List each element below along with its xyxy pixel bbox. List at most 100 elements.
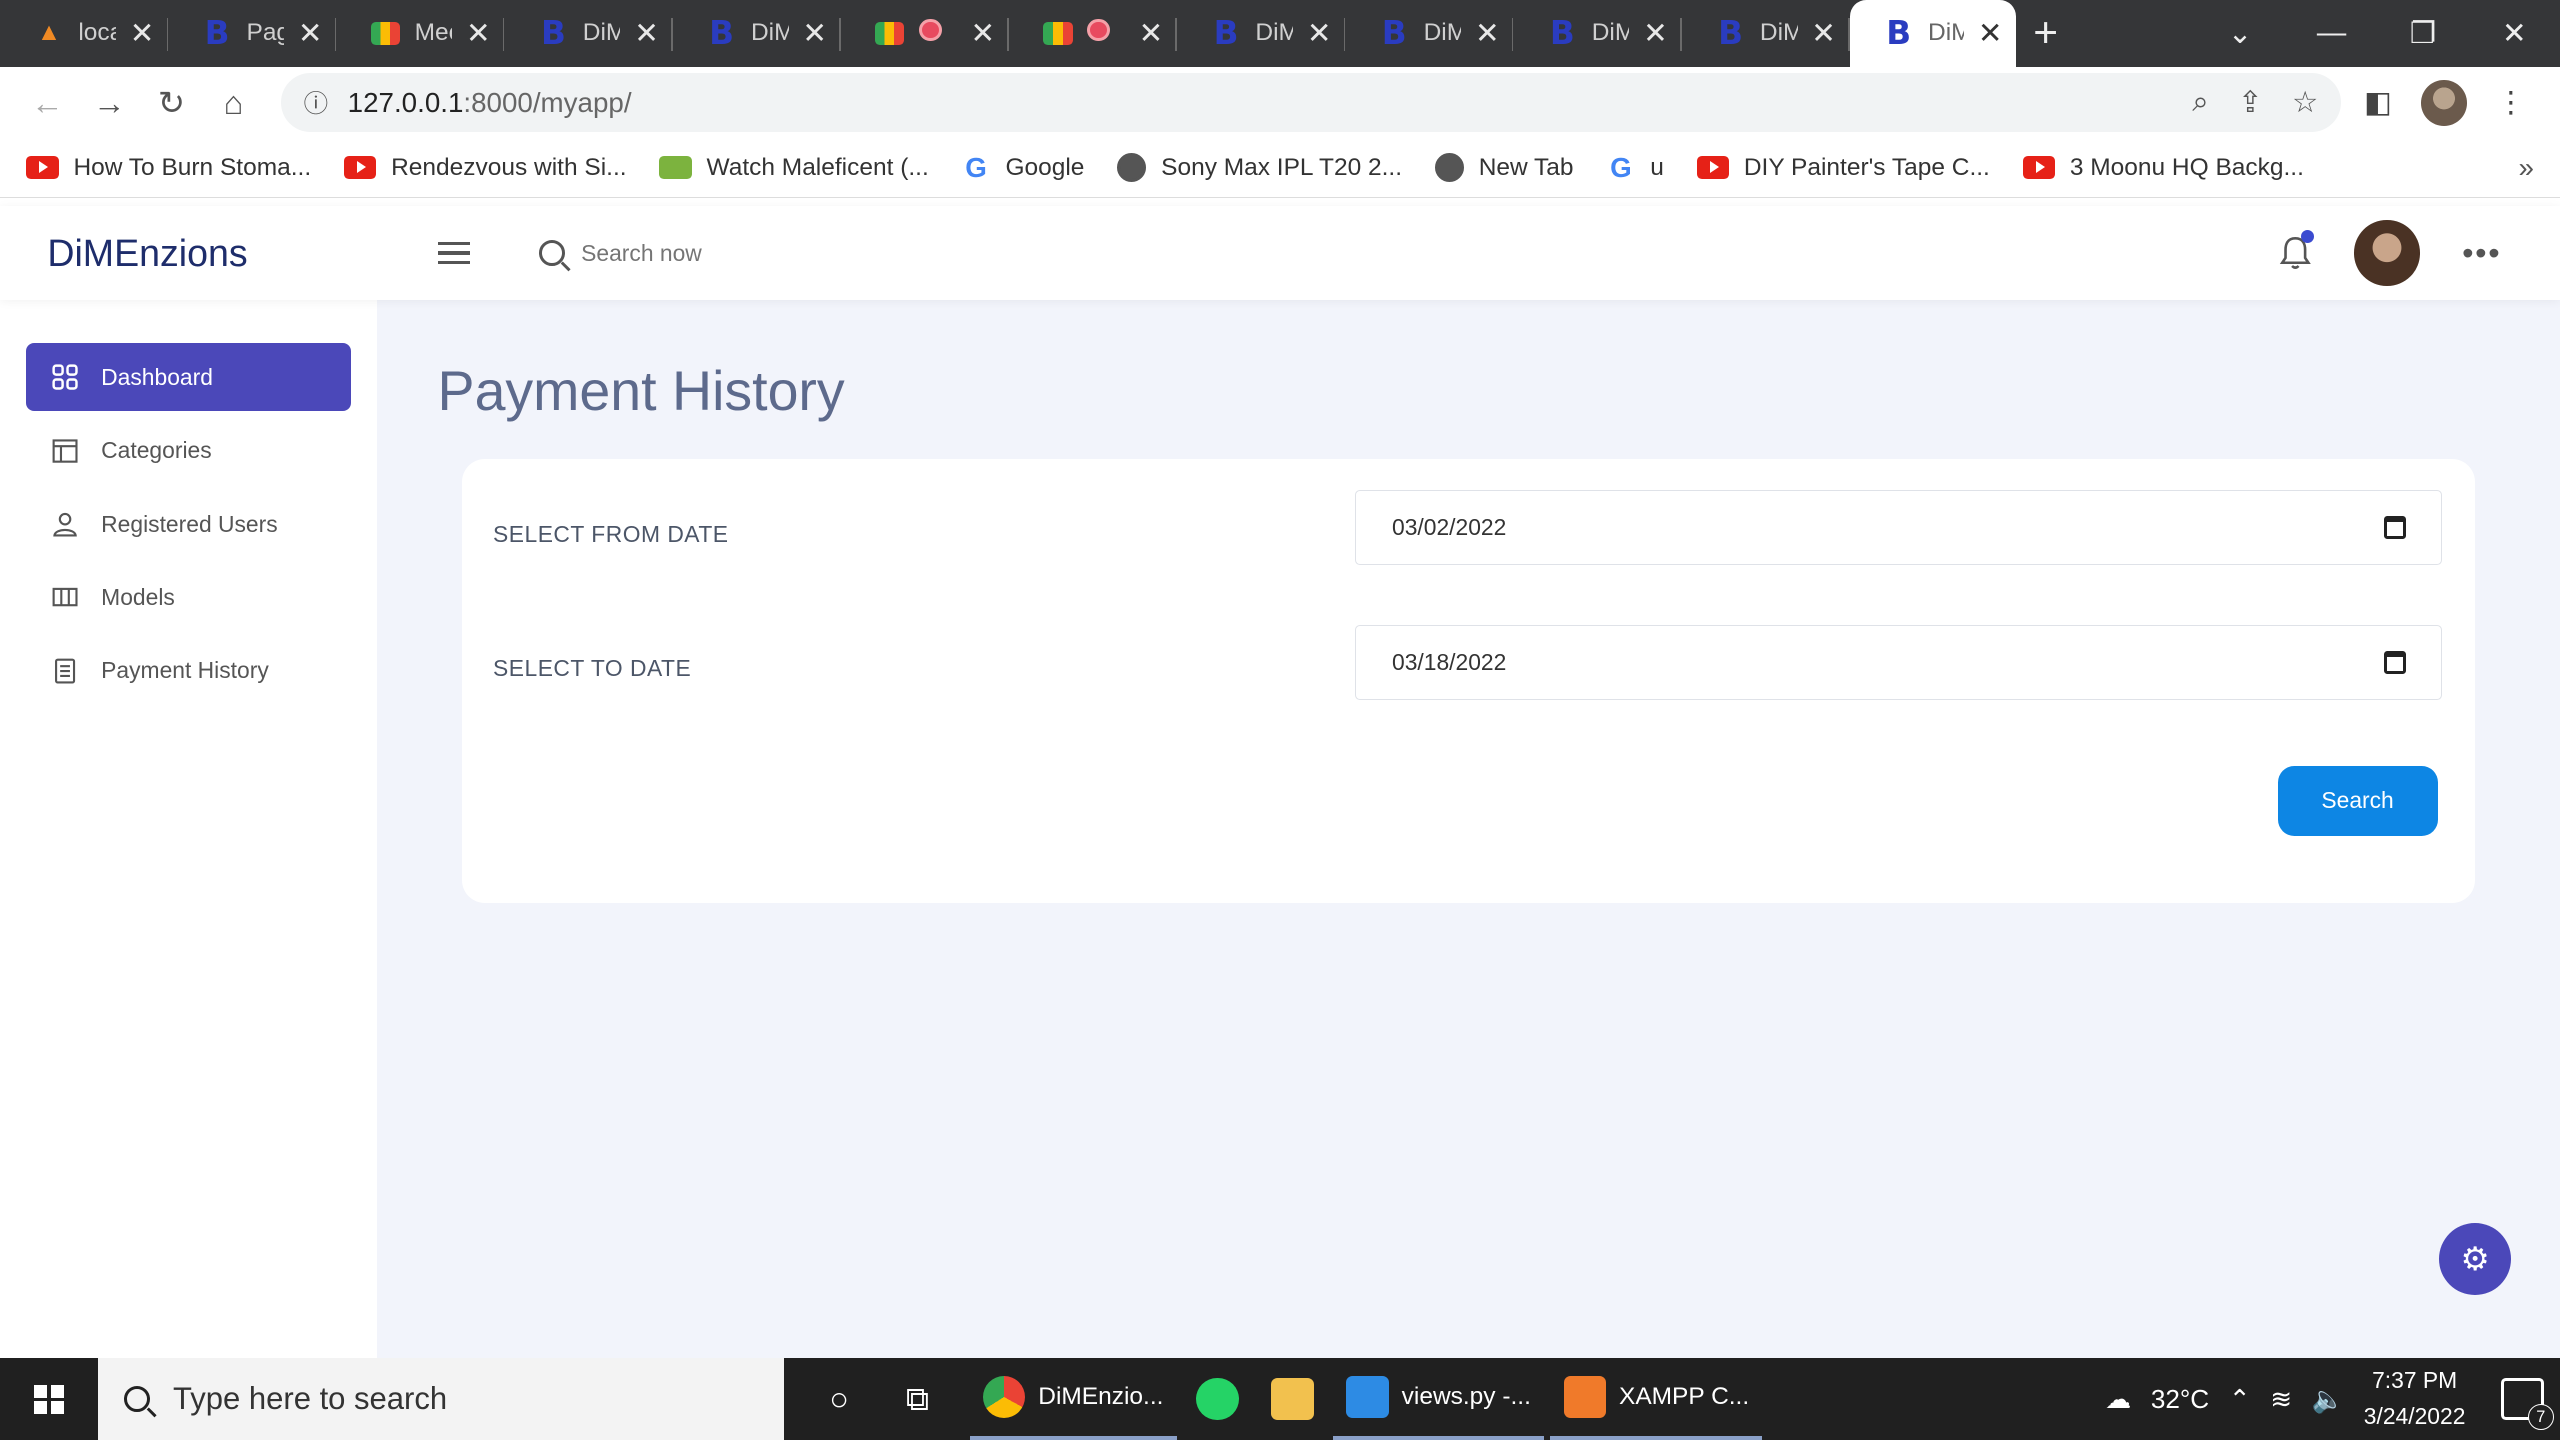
sidebar-item-registered-users[interactable]: Registered Users: [26, 490, 351, 559]
home-button[interactable]: ⌂: [202, 72, 264, 134]
back-button[interactable]: ←: [16, 72, 78, 134]
bookmark-item[interactable]: 3 Moonu HQ Backg...: [2022, 152, 2304, 184]
close-tab-icon[interactable]: ✕: [1138, 16, 1164, 51]
close-tab-icon[interactable]: ✕: [1811, 16, 1837, 51]
bookmark-item[interactable]: New Tab: [1434, 152, 1574, 184]
search-button[interactable]: Search: [2277, 765, 2438, 836]
volume-icon[interactable]: 🔈: [2312, 1384, 2345, 1415]
sidebar-item-models[interactable]: Models: [26, 563, 351, 632]
minimize-button[interactable]: —: [2286, 16, 2377, 50]
close-tab-icon[interactable]: ✕: [1642, 16, 1668, 51]
sidebar-item-label: Registered Users: [101, 510, 278, 537]
tray-expand-icon[interactable]: ⌃: [2229, 1384, 2251, 1415]
browser-tab[interactable]: B DiM ✕: [1513, 0, 1682, 67]
share-icon[interactable]: ⇪: [2238, 85, 2263, 120]
network-icon[interactable]: ≋: [2270, 1384, 2292, 1415]
bookmark-label: New Tab: [1478, 153, 1574, 181]
reload-button[interactable]: ↻: [140, 72, 202, 134]
close-tab-icon[interactable]: ✕: [1977, 16, 2003, 51]
brand-logo[interactable]: DiMEnzions: [47, 232, 431, 275]
browser-tab[interactable]: B Pag ✕: [168, 0, 337, 67]
browser-tab[interactable]: B DiM ✕: [673, 0, 841, 67]
taskbar-app[interactable]: DiMEnzio...: [969, 1358, 1177, 1440]
to-date-input[interactable]: 03/18/2022: [1355, 625, 2443, 701]
close-tab-icon[interactable]: ✕: [465, 16, 491, 51]
menu-toggle-icon[interactable]: [437, 241, 471, 265]
bookmark-item[interactable]: G Google: [961, 152, 1084, 184]
close-tab-icon[interactable]: ✕: [633, 16, 659, 51]
new-tab-button[interactable]: +: [2016, 0, 2075, 67]
browser-tab[interactable]: B DiM ✕: [1177, 0, 1346, 67]
browser-tab[interactable]: ✕: [841, 0, 1009, 67]
from-date-input[interactable]: 03/02/2022: [1355, 489, 2443, 565]
more-options-icon[interactable]: •••: [2462, 234, 2501, 272]
browser-tab[interactable]: B DiM ✕: [504, 0, 673, 67]
document-icon: [52, 658, 78, 684]
restore-button[interactable]: ❐: [2377, 16, 2468, 51]
notification-bell-icon[interactable]: [2279, 230, 2314, 271]
bookmark-item[interactable]: Watch Maleficent (...: [659, 152, 929, 184]
search-input[interactable]: [581, 239, 908, 267]
taskbar-app[interactable]: views.py -...: [1333, 1358, 1544, 1440]
browser-tab[interactable]: B DiM ✕: [1682, 0, 1850, 67]
columns-icon: [52, 584, 78, 610]
taskbar-app[interactable]: [1258, 1358, 1327, 1440]
tab-title: loca: [78, 19, 116, 47]
browser-tab[interactable]: B DiM ✕: [1345, 0, 1514, 67]
bookmark-label: Watch Maleficent (...: [706, 153, 929, 181]
browser-tab[interactable]: Mee ✕: [336, 0, 505, 67]
zoom-icon[interactable]: ⌕: [2192, 85, 2208, 120]
bookmark-item[interactable]: How To Burn Stoma...: [26, 152, 311, 184]
google-icon: G: [965, 151, 987, 183]
address-bar[interactable]: ⓘ 127.0.0.1:8000/myapp/ ⌕ ⇪ ☆: [280, 73, 2342, 133]
bookmark-item[interactable]: Sony Max IPL T20 2...: [1117, 152, 1402, 184]
sidebar-item-payment-history[interactable]: Payment History: [26, 637, 351, 706]
bookmark-item[interactable]: Rendezvous with Si...: [343, 152, 627, 184]
close-tab-icon[interactable]: ✕: [802, 16, 828, 51]
bookmark-star-icon[interactable]: ☆: [2292, 85, 2318, 120]
close-tab-icon[interactable]: ✕: [1306, 16, 1332, 51]
browser-tab[interactable]: ▲ loca ✕: [0, 0, 169, 67]
close-window-button[interactable]: ✕: [2469, 16, 2560, 51]
bookmark-item[interactable]: DIY Painter's Tape C...: [1696, 152, 1990, 184]
browser-menu-icon[interactable]: ⋮: [2496, 85, 2525, 120]
more-bookmarks-button[interactable]: »: [2519, 152, 2534, 184]
main-content: Payment History SELECT FROM DATE 03/02/2…: [377, 300, 2560, 1359]
close-tab-icon[interactable]: ✕: [970, 16, 996, 51]
browser-tab[interactable]: B DiM ✕: [1849, 0, 2017, 67]
tab-search-icon[interactable]: ⌄: [2194, 16, 2285, 51]
sidebar-item-categories[interactable]: Categories: [26, 416, 351, 485]
side-panel-icon[interactable]: ◧: [2364, 85, 2392, 120]
settings-gear-icon[interactable]: ⚙: [2439, 1222, 2512, 1295]
app-header: DiMEnzions •••: [0, 205, 2560, 301]
close-tab-icon[interactable]: ✕: [129, 16, 155, 51]
url-host: 127.0.0.1: [347, 86, 464, 118]
taskbar-app[interactable]: XAMPP C...: [1550, 1358, 1763, 1440]
profile-avatar[interactable]: [2421, 80, 2467, 126]
notification-center-icon[interactable]: 7: [2501, 1378, 2554, 1431]
close-tab-icon[interactable]: ✕: [1474, 16, 1500, 51]
weather-icon[interactable]: ☁: [2105, 1384, 2131, 1415]
forward-button[interactable]: →: [78, 72, 140, 134]
bookmark-item[interactable]: Gu: [1606, 152, 1664, 184]
sidebar-item-dashboard[interactable]: Dashboard: [26, 342, 352, 412]
close-tab-icon[interactable]: ✕: [297, 16, 323, 51]
user-icon: [52, 511, 78, 537]
browser-tab[interactable]: ✕: [1009, 0, 1178, 67]
cortana-icon[interactable]: ○: [800, 1358, 878, 1440]
taskbar-search[interactable]: Type here to search: [97, 1358, 784, 1440]
user-avatar[interactable]: [2354, 220, 2420, 286]
b-icon: B: [1213, 14, 1239, 53]
calendar-icon[interactable]: [2384, 515, 2406, 539]
sidebar-item-label: Models: [101, 583, 175, 610]
folder-icon: [1271, 1378, 1314, 1421]
taskbar-clock[interactable]: 7:37 PM 3/24/2022: [2364, 1363, 2466, 1435]
start-button[interactable]: [0, 1358, 98, 1440]
search-icon[interactable]: [538, 240, 565, 267]
calendar-icon[interactable]: [2384, 651, 2406, 675]
weather-temp[interactable]: 32°C: [2151, 1384, 2209, 1415]
task-view-icon[interactable]: ⧉: [878, 1358, 956, 1440]
taskbar-app-label: XAMPP C...: [1618, 1383, 1750, 1411]
site-info-icon[interactable]: ⓘ: [304, 85, 329, 120]
taskbar-app[interactable]: [1183, 1358, 1252, 1440]
